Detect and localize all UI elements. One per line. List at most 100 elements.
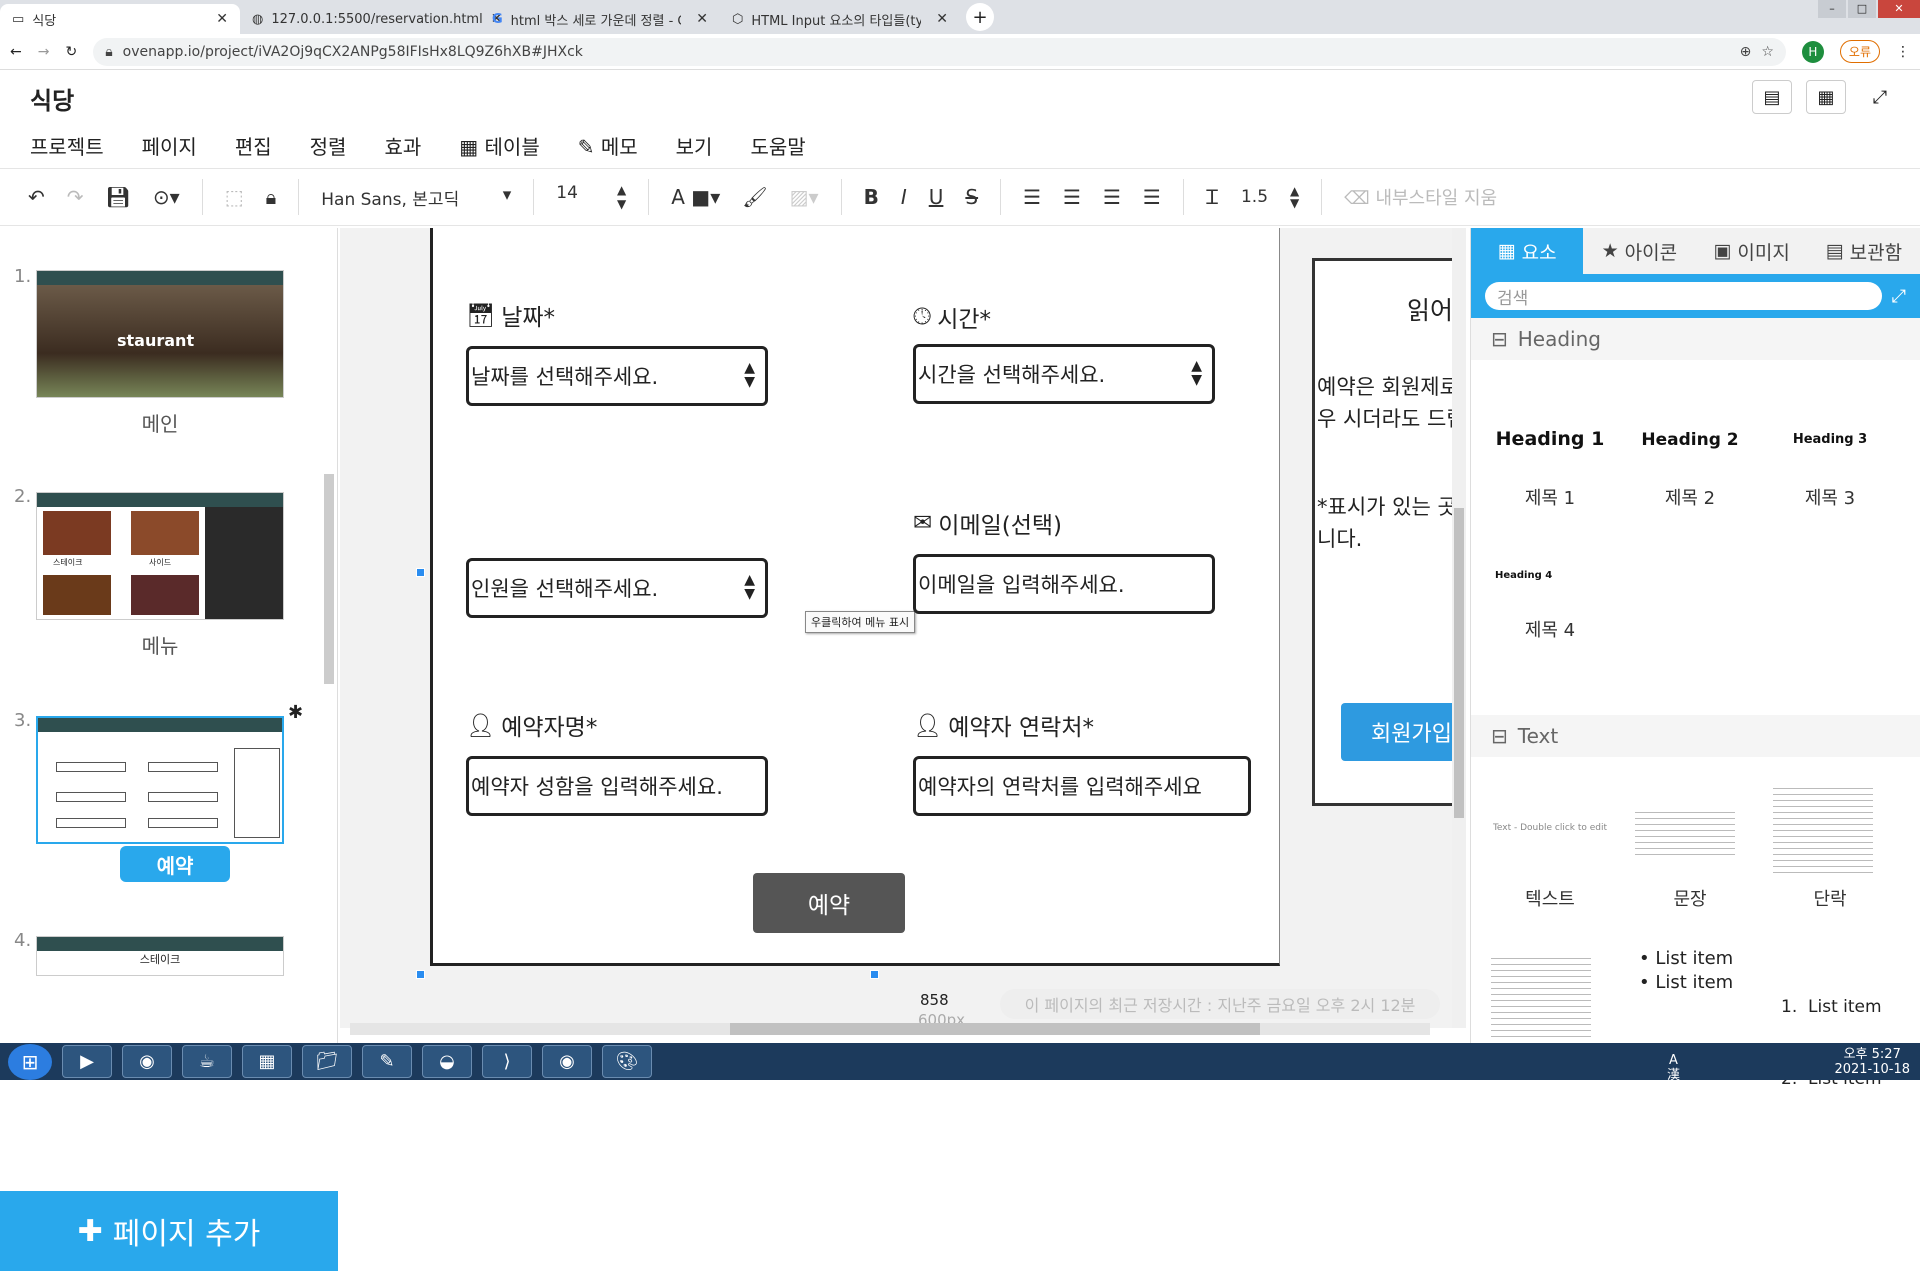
align-right-icon[interactable]: ☰ xyxy=(1103,185,1121,209)
browser-tab-3[interactable]: G html 박스 세로 가운데 정렬 - Go ✕ xyxy=(480,4,720,34)
heading-3-sample[interactable]: Heading 3 xyxy=(1765,432,1895,447)
date-field[interactable]: 날짜를 선택해주세요. ▲ ▼ xyxy=(466,346,768,406)
control-panel-icon[interactable]: ▦ xyxy=(242,1045,292,1078)
editor-canvas[interactable]: 📅︎ 날짜* 날짜를 선택해주세요. ▲ ▼ 🕓︎ 시간* 시간을 선택해주세요. ▲… xyxy=(340,228,1452,1028)
menu-page[interactable]: 페이지 xyxy=(142,131,197,160)
notepad-icon[interactable]: ✎ xyxy=(362,1045,412,1078)
stepper-icon[interactable]: ▲ ▼ xyxy=(744,573,755,601)
tab-icons[interactable]: ★ 아이콘 xyxy=(1583,228,1695,274)
stepper-icon[interactable]: ▲ ▼ xyxy=(1191,359,1202,387)
bg-color-icon[interactable]: ▨▾ xyxy=(790,185,819,209)
long-text-sample[interactable] xyxy=(1491,953,1591,1039)
people-field[interactable]: 인원을 선택해주세요. ▲ ▼ xyxy=(466,558,768,618)
forward-icon[interactable]: → xyxy=(38,44,50,60)
paint-icon[interactable]: 🎨︎ xyxy=(602,1045,652,1078)
italic-icon[interactable]: I xyxy=(901,185,907,209)
minimize-button[interactable]: – xyxy=(1818,0,1846,18)
resize-handle[interactable] xyxy=(870,970,879,979)
menu-project[interactable]: 프로젝트 xyxy=(30,131,104,160)
horizontal-scrollbar[interactable] xyxy=(350,1023,1430,1035)
reload-icon[interactable]: ↻ xyxy=(65,44,77,60)
clear-style-button[interactable]: ⌫ 내부스타일 지움 xyxy=(1344,184,1497,210)
clock-time[interactable]: 오후 5:27 xyxy=(1834,1047,1910,1062)
vscode-icon[interactable]: ⟩ xyxy=(482,1045,532,1078)
play-icon[interactable]: ⊙▾ xyxy=(153,185,180,209)
tab-elements[interactable]: ▦ 요소 xyxy=(1471,228,1584,274)
back-icon[interactable]: ← xyxy=(10,44,22,60)
new-tab-button[interactable]: + xyxy=(966,3,994,31)
menu-edit[interactable]: 편집 xyxy=(235,131,272,160)
underline-icon[interactable]: U xyxy=(929,185,944,209)
lock-icon[interactable]: 🔒︎ xyxy=(266,185,277,209)
name-field[interactable]: 예약자 성함을 입력해주세요. xyxy=(466,756,768,816)
redo-icon[interactable]: ↷ xyxy=(67,185,84,209)
expand-icon[interactable]: ⤢ xyxy=(1860,80,1900,114)
media-player-icon[interactable]: ▶ xyxy=(62,1045,112,1078)
resize-handle[interactable] xyxy=(416,970,425,979)
resize-handle[interactable] xyxy=(416,568,425,577)
undo-icon[interactable]: ↶ xyxy=(28,185,45,209)
line-height-value[interactable]: 1.5 xyxy=(1241,187,1268,207)
browser-tab-1[interactable]: ▭ 식당 ✕ xyxy=(0,4,240,34)
url-field[interactable]: 🔒︎ ovenapp.io/project/iVA2Oj9qCX2ANPg58I… xyxy=(93,37,1786,66)
save-icon[interactable]: 💾︎ xyxy=(106,185,131,209)
text-sample[interactable]: Text - Double click to edit xyxy=(1485,823,1615,834)
reserve-button[interactable]: 예약 xyxy=(753,873,905,933)
chrome-icon[interactable]: ◉ xyxy=(122,1045,172,1078)
browser-tab-2[interactable]: ◍ 127.0.0.1:5500/reservation.html ✕ xyxy=(240,4,502,34)
sentence-sample[interactable] xyxy=(1635,807,1735,857)
tab-storage[interactable]: ▤ 보관함 xyxy=(1808,228,1920,274)
heading-1-sample[interactable]: Heading 1 xyxy=(1485,428,1615,450)
email-field[interactable]: 이메일을 입력해주세요. xyxy=(913,554,1215,614)
maximize-button[interactable]: □ xyxy=(1848,0,1876,18)
zoom-icon[interactable]: ⊕ xyxy=(1740,44,1752,60)
strikethrough-icon[interactable]: S xyxy=(965,185,978,209)
time-field[interactable]: 시간을 선택해주세요. ▲ ▼ xyxy=(913,344,1215,404)
menu-view[interactable]: 보기 xyxy=(676,131,713,160)
menu-align[interactable]: 정렬 xyxy=(310,131,347,160)
text-color-icon[interactable]: A ■▾ xyxy=(671,185,720,209)
star-icon[interactable]: ☆ xyxy=(1761,44,1774,60)
page-thumb-menu[interactable]: 스테이크 사이드 xyxy=(36,492,284,620)
bold-icon[interactable]: B xyxy=(864,185,879,209)
page-thumb-4[interactable]: 스테이크 xyxy=(36,936,284,976)
paint-format-icon[interactable]: 🖌︎ xyxy=(742,185,767,209)
font-size-stepper[interactable]: 14 ▲ ▼ xyxy=(556,183,626,211)
more-icon[interactable]: ⋮ xyxy=(1896,44,1910,60)
avatar[interactable]: H xyxy=(1801,40,1824,63)
add-page-button[interactable]: ✚ 페이지 추가 xyxy=(0,1191,338,1271)
stepper-icon[interactable]: ▲ ▼ xyxy=(1290,185,1299,209)
grid-icon[interactable]: ▦ xyxy=(1806,80,1846,114)
tab-images[interactable]: ▣ 이미지 xyxy=(1696,228,1808,274)
menu-help[interactable]: 도움말 xyxy=(750,131,805,160)
film-icon[interactable]: ▤ xyxy=(1752,80,1792,114)
join-button[interactable]: 회원가입 xyxy=(1341,703,1452,761)
scrollbar[interactable] xyxy=(324,474,334,684)
eclipse-icon[interactable]: ◒ xyxy=(422,1045,472,1078)
expand-icon[interactable]: ⤢ xyxy=(1892,286,1906,307)
paragraph-sample[interactable] xyxy=(1773,783,1873,873)
line-height-icon[interactable]: Ꮖ xyxy=(1206,185,1219,209)
bullet-list-sample[interactable]: • List item • List item xyxy=(1639,947,1733,995)
heading-2-sample[interactable]: Heading 2 xyxy=(1625,430,1755,450)
start-button[interactable]: ⊞ xyxy=(8,1043,52,1080)
menu-table[interactable]: ▦ 테이블 xyxy=(459,131,539,160)
align-left-icon[interactable]: ☰ xyxy=(1023,185,1041,209)
contact-field[interactable]: 예약자의 연락처를 입력해주세요 xyxy=(913,756,1251,816)
java-icon[interactable]: ☕ xyxy=(182,1045,232,1078)
align-center-icon[interactable]: ☰ xyxy=(1063,185,1081,209)
close-icon[interactable]: ✕ xyxy=(216,11,228,27)
stepper-icon[interactable]: ▲ ▼ xyxy=(744,361,755,389)
canvas-scrollbar[interactable] xyxy=(1452,228,1466,1028)
page-thumb-reservation[interactable] xyxy=(36,716,284,844)
chrome-profile-icon[interactable]: ◉ xyxy=(542,1045,592,1078)
text-section-header[interactable]: ⊟ Text xyxy=(1471,715,1920,757)
close-icon[interactable]: ✕ xyxy=(696,11,708,27)
menu-memo[interactable]: ✎ 메모 xyxy=(578,131,638,160)
folder-icon[interactable]: 📁︎ xyxy=(302,1045,352,1078)
error-badge[interactable]: 오류 xyxy=(1839,40,1880,63)
close-icon[interactable]: ✕ xyxy=(936,11,948,27)
heading-4-sample[interactable]: Heading 4 xyxy=(1481,570,1611,581)
info-box[interactable]: 읽어 예약은 회원제로 번거로우 시더라도 드립니다. *표시가 있는 곳은 야… xyxy=(1312,258,1452,806)
close-window-button[interactable]: ✕ xyxy=(1878,0,1920,18)
